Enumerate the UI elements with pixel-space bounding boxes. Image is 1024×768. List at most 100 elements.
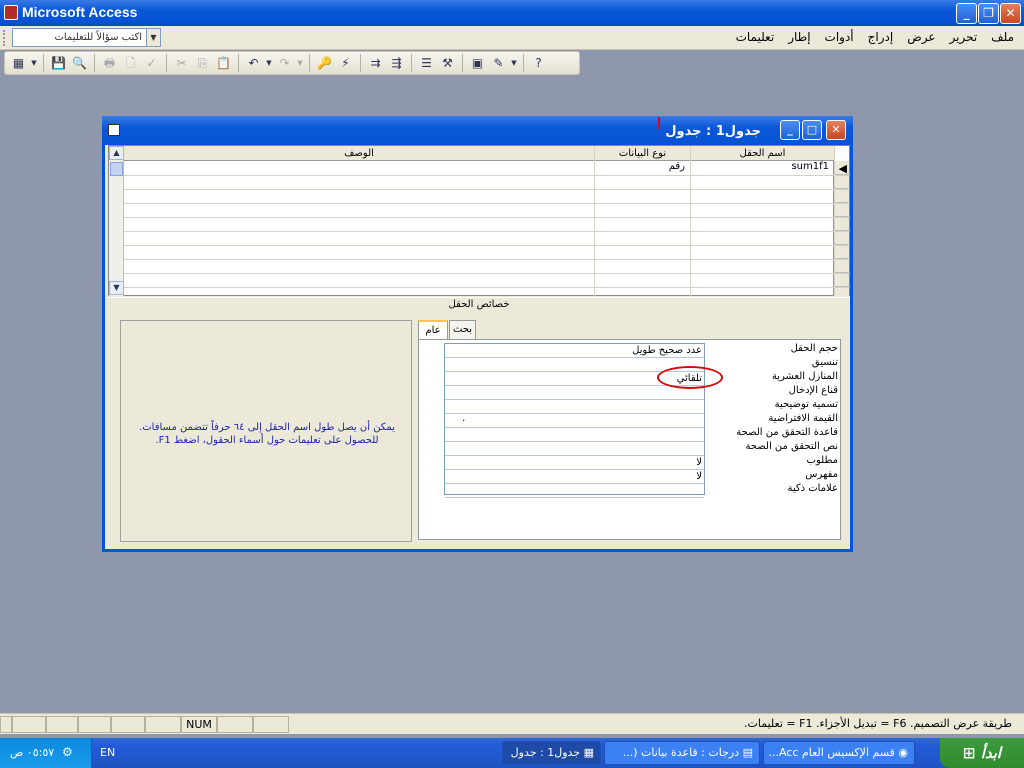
help-icon[interactable]: ? xyxy=(529,54,548,73)
row-selector[interactable] xyxy=(834,259,850,273)
property-value[interactable]: لا xyxy=(445,456,704,470)
database-window-icon[interactable]: ▣ xyxy=(468,54,487,73)
menu-help[interactable]: تعليمات xyxy=(736,30,775,44)
property-value[interactable]: لا xyxy=(445,470,704,484)
redo-icon[interactable]: ↷ xyxy=(275,54,294,73)
field-name-cell[interactable]: sum1f1 xyxy=(695,161,829,174)
app-title-bar[interactable]: Microsoft Access _ ❐ ✕ xyxy=(0,0,1024,26)
column-field-name[interactable]: اسم الحقل xyxy=(690,146,834,161)
grid-row-line xyxy=(124,259,849,260)
chevron-down-icon[interactable]: ▼ xyxy=(296,54,304,73)
column-description[interactable]: الوصف xyxy=(124,146,594,161)
copy-icon[interactable]: ⎘ xyxy=(193,54,212,73)
table-window-title-bar[interactable]: جدول1 : جدول _ □ ✕ xyxy=(102,116,853,145)
taskbar-item-database[interactable]: ▤ درجات : قاعدة بيانات (... xyxy=(604,741,760,765)
start-button[interactable]: ⊞ ابدأ xyxy=(940,738,1024,768)
tab-general[interactable]: عام xyxy=(418,320,448,341)
chevron-down-icon[interactable]: ▼ xyxy=(146,29,160,46)
task-label: جدول1 : جدول xyxy=(510,746,581,759)
property-value[interactable]: عدد صحيح طويل xyxy=(445,344,704,358)
row-selector[interactable] xyxy=(834,273,850,287)
menu-view[interactable]: عرض xyxy=(907,30,935,44)
toolbar-separator xyxy=(411,54,412,72)
new-object-icon[interactable]: ✎ xyxy=(489,54,508,73)
toolbar-separator xyxy=(43,54,44,72)
build-icon[interactable]: ⚒ xyxy=(438,54,457,73)
table-icon[interactable] xyxy=(108,124,120,136)
taskbar-item-access-forum[interactable]: ◉ قسم الإكسيس العام Acc... xyxy=(763,741,915,765)
system-tray: ٠٥:٥٧ ص ⚙ xyxy=(0,738,92,768)
toolbar-separator xyxy=(309,54,310,72)
chevron-down-icon[interactable]: ▼ xyxy=(265,54,273,73)
row-selector[interactable] xyxy=(834,231,850,245)
insert-rows-icon[interactable]: ⇉ xyxy=(366,54,385,73)
indexes-icon[interactable]: ⚡ xyxy=(336,54,355,73)
property-value[interactable] xyxy=(445,442,704,456)
child-minimize-button[interactable]: _ xyxy=(780,120,800,140)
scroll-up-icon[interactable]: ▲ xyxy=(109,146,124,160)
scroll-down-icon[interactable]: ▼ xyxy=(109,281,124,295)
property-value[interactable] xyxy=(445,484,704,498)
property-value[interactable] xyxy=(445,386,704,400)
property-label: تسمية توضيحية xyxy=(774,399,838,410)
table-window-title: جدول1 : جدول xyxy=(665,124,761,139)
property-label: حجم الحقل xyxy=(790,343,838,354)
row-selector[interactable] xyxy=(834,175,850,189)
windows-logo-icon: ⊞ xyxy=(962,744,981,762)
menu-file[interactable]: ملف xyxy=(991,30,1014,44)
close-button[interactable]: ✕ xyxy=(1000,3,1021,24)
language-indicator[interactable]: EN xyxy=(100,746,115,759)
chevron-down-icon[interactable]: ▼ xyxy=(510,54,518,73)
help-search-input[interactable]: اكتب سؤالاً للتعليمات ▼ xyxy=(12,28,161,47)
restore-button[interactable]: ❐ xyxy=(978,3,999,24)
column-data-type[interactable]: نوع البيانات xyxy=(594,146,690,161)
scroll-thumb[interactable] xyxy=(110,162,123,176)
grid-row-line xyxy=(124,245,849,246)
description-cell[interactable] xyxy=(127,161,589,174)
row-selector[interactable] xyxy=(834,245,850,259)
minimize-button[interactable]: _ xyxy=(956,3,977,24)
child-close-button[interactable]: ✕ xyxy=(826,120,846,140)
property-label: مفهرس xyxy=(805,469,838,480)
print-preview-icon[interactable]: 🗋 xyxy=(121,54,140,73)
row-selector[interactable] xyxy=(834,189,850,203)
property-value[interactable]: ٠ xyxy=(445,414,704,428)
menu-insert[interactable]: إدراج xyxy=(868,30,894,44)
view-icon[interactable]: ▦ xyxy=(9,54,28,73)
network-icon[interactable]: ⚙ xyxy=(62,745,73,759)
property-value[interactable] xyxy=(445,400,704,414)
access-icon[interactable] xyxy=(4,5,18,20)
clock[interactable]: ٠٥:٥٧ ص xyxy=(10,746,54,759)
grid-row-line xyxy=(124,287,849,288)
properties-icon[interactable]: ☰ xyxy=(417,54,436,73)
primary-key-icon[interactable]: 🔑 xyxy=(315,54,334,73)
save-icon[interactable]: 💾 xyxy=(49,54,68,73)
delete-rows-icon[interactable]: ⇶ xyxy=(387,54,406,73)
data-type-cell[interactable]: رقم xyxy=(599,161,685,174)
field-grid[interactable]: ▲ ▼ الوصف نوع البيانات اسم الحقل ◀ sum1f… xyxy=(108,145,850,301)
print-icon[interactable]: 🖶 xyxy=(100,54,119,73)
undo-icon[interactable]: ↶ xyxy=(244,54,263,73)
spelling-icon[interactable]: ✓ xyxy=(142,54,161,73)
tab-lookup[interactable]: بحث xyxy=(449,320,476,340)
cut-icon[interactable]: ✂ xyxy=(172,54,191,73)
menu-grip[interactable] xyxy=(3,30,6,46)
status-panel xyxy=(12,716,46,733)
child-maximize-button[interactable]: □ xyxy=(802,120,822,140)
toolbar-separator xyxy=(523,54,524,72)
grid-scrollbar[interactable]: ▲ ▼ xyxy=(109,146,124,296)
menu-tools[interactable]: أدوات xyxy=(825,30,854,44)
row-selector-column[interactable] xyxy=(833,161,850,301)
row-selector[interactable] xyxy=(834,203,850,217)
status-panel xyxy=(217,716,253,733)
taskbar-item-table[interactable]: ▦ جدول1 : جدول xyxy=(502,741,601,765)
chevron-down-icon[interactable]: ▼ xyxy=(30,54,38,73)
row-selector[interactable] xyxy=(834,217,850,231)
search-icon[interactable]: 🔍 xyxy=(70,54,89,73)
menu-edit[interactable]: تحرير xyxy=(950,30,978,44)
menu-window[interactable]: إطار xyxy=(788,30,810,44)
field-properties-label: خصائص الحقل xyxy=(108,297,850,311)
grid-row-line xyxy=(124,203,849,204)
paste-icon[interactable]: 📋 xyxy=(214,54,233,73)
property-value[interactable] xyxy=(445,428,704,442)
